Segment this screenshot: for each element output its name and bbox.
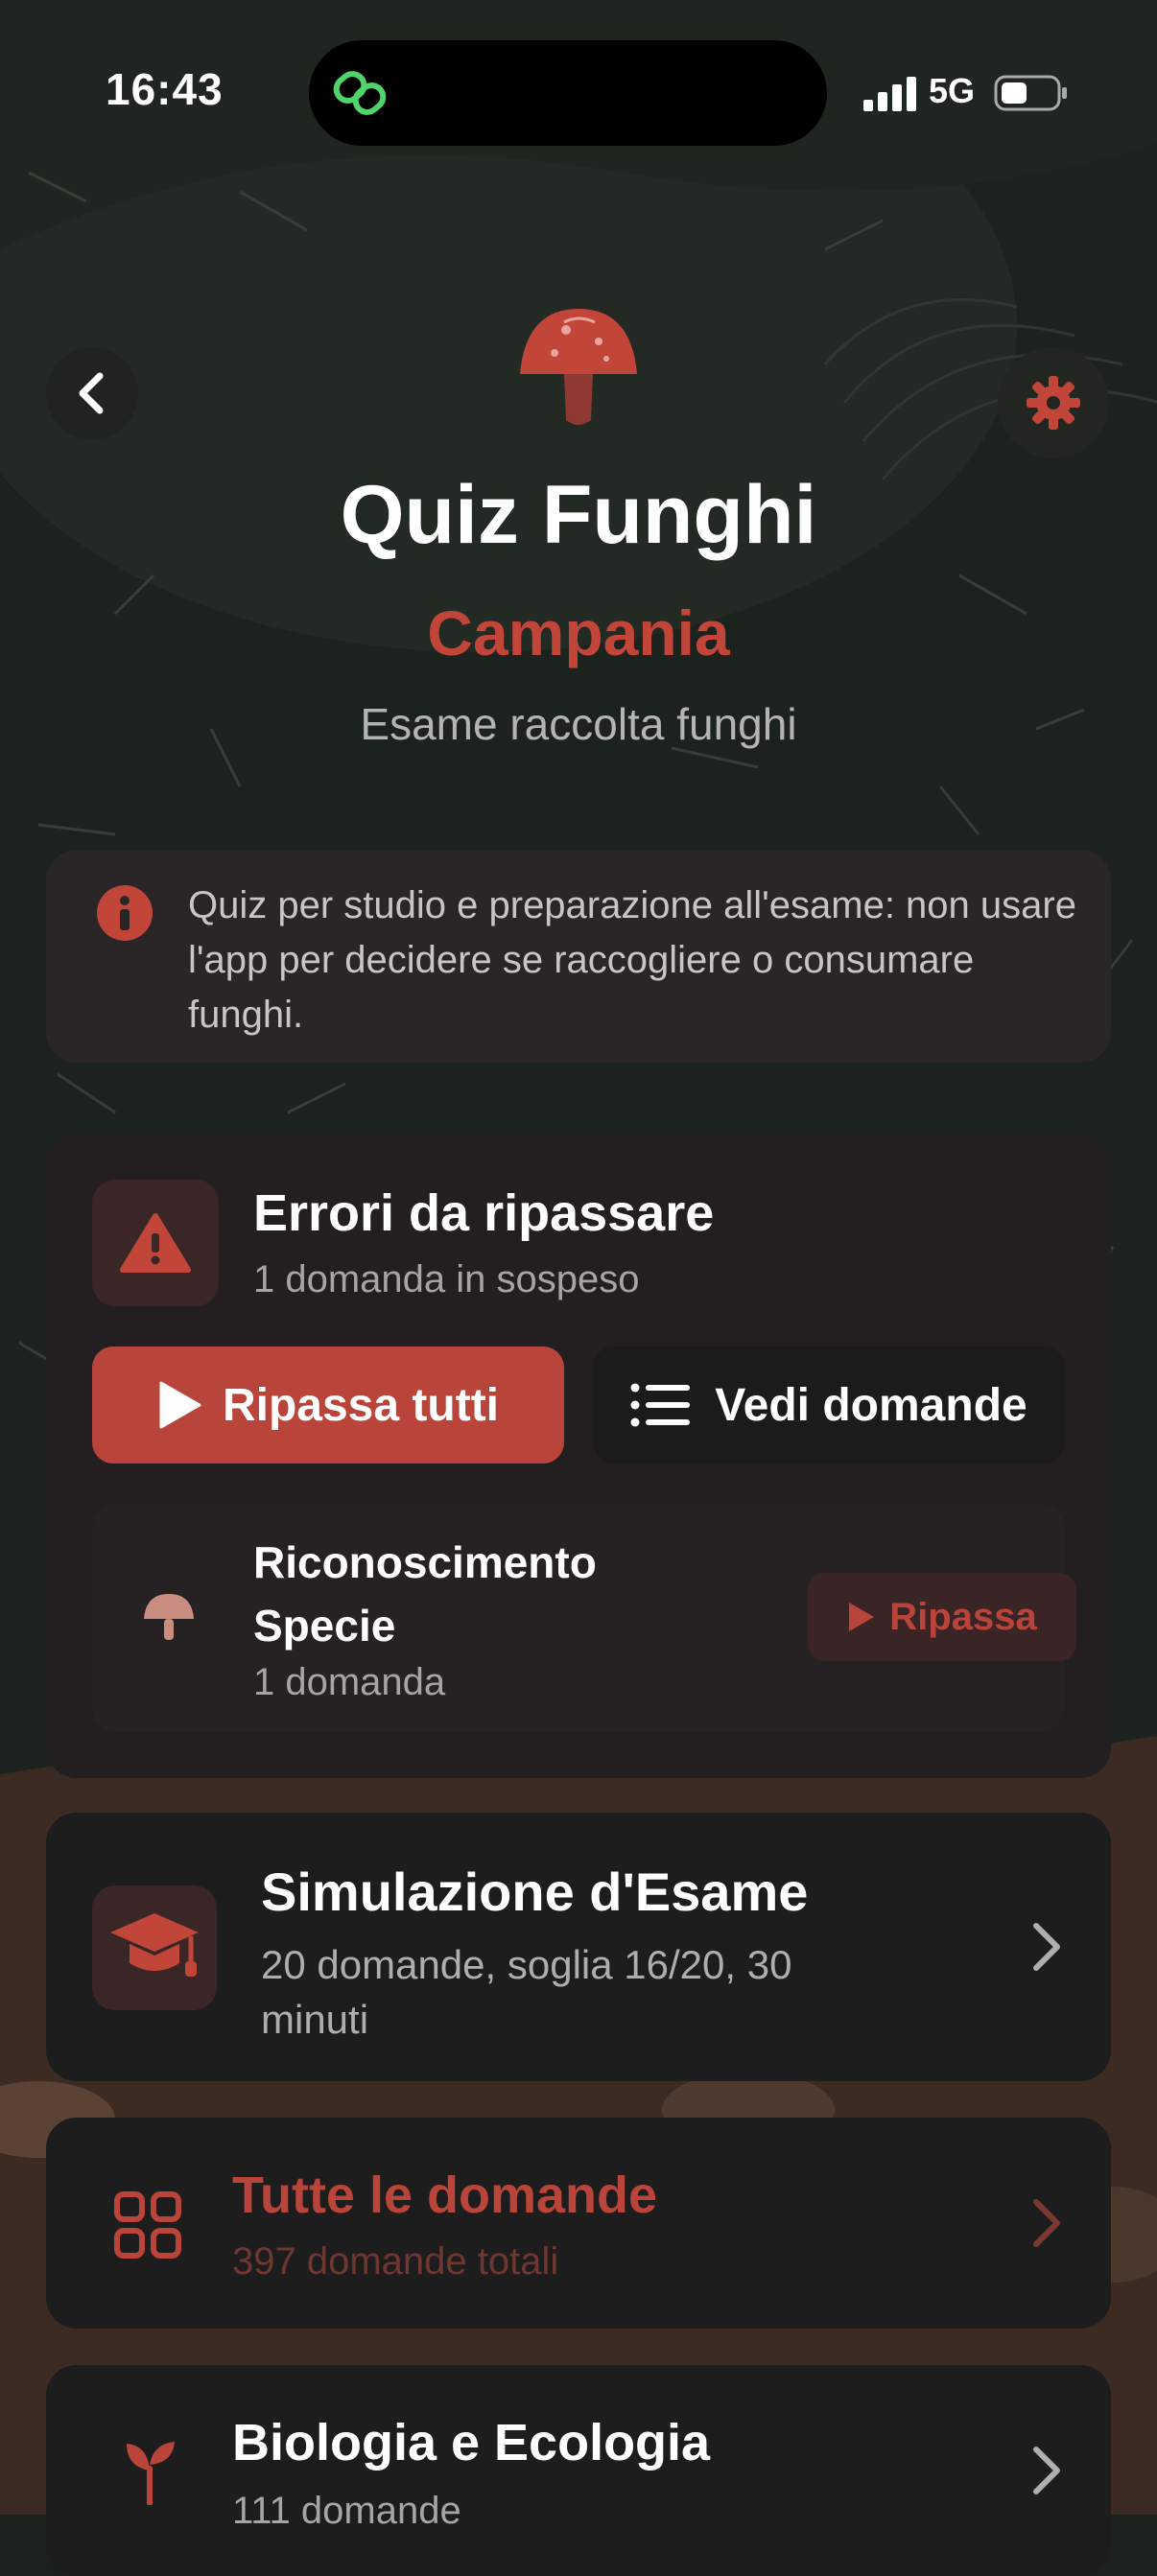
gear-icon [1027, 376, 1080, 430]
exam-simulation-card[interactable]: Simulazione d'Esame 20 domande, soglia 1… [46, 1813, 1111, 2081]
errors-title: Errori da ripassare [253, 1184, 715, 1242]
review-all-label: Ripassa tutti [222, 1379, 500, 1431]
graduation-cap-icon [110, 1913, 199, 1977]
all-questions-card[interactable]: Tutte le domande 397 domande totali [46, 2118, 1111, 2329]
exam-simulation-title: Simulazione d'Esame [261, 1862, 809, 1922]
chevron-right-icon [1033, 2199, 1060, 2247]
category-review-button[interactable]: Ripassa [808, 1573, 1076, 1661]
disclaimer-text: Quiz per studio e preparazione all'esame… [188, 884, 1076, 1036]
mushroom-icon [144, 1594, 194, 1640]
region-title: Campania [427, 597, 730, 668]
all-questions-subtitle: 397 domande totali [232, 2240, 559, 2283]
category-review-label: Ripassa [889, 1595, 1037, 1638]
status-time: 16:43 [106, 64, 224, 114]
biology-subtitle: 111 domande [232, 2490, 461, 2532]
back-icon [79, 372, 104, 414]
review-all-button[interactable]: Ripassa tutti [92, 1347, 564, 1464]
category-count: 1 domanda [253, 1661, 446, 1703]
exam-simulation-subtitle: 20 domande, soglia 16/20, 30 minuti [261, 1942, 792, 2042]
chevron-right-icon [1033, 2447, 1060, 2494]
all-questions-title: Tutte le domande [232, 2166, 658, 2224]
page-subtitle: Esame raccolta funghi [360, 699, 797, 749]
chevron-right-icon [1033, 1923, 1060, 1971]
sprout-icon [127, 2442, 175, 2505]
category-title: Riconoscimento Specie [253, 1537, 597, 1651]
errors-review-card: Errori da ripassare 1 domanda in sospeso… [46, 1134, 1111, 1778]
disclaimer-card: Quiz per studio e preparazione all'esame… [46, 850, 1111, 1063]
page-title: Quiz Funghi [340, 469, 817, 561]
view-questions-label: Vedi domande [715, 1379, 1027, 1431]
network-label: 5G [929, 71, 976, 110]
exam-icon-badge [92, 1885, 217, 2010]
error-category-row: Riconoscimento Specie 1 domanda Ripassa [92, 1504, 1076, 1732]
play-icon [849, 1603, 875, 1631]
grid-icon [114, 2191, 181, 2259]
settings-button[interactable] [998, 347, 1109, 458]
back-button[interactable] [46, 347, 138, 439]
errors-subtitle: 1 domanda in sospeso [253, 1258, 640, 1300]
list-icon [630, 1383, 691, 1427]
warning-icon [120, 1213, 191, 1273]
view-questions-button[interactable]: Vedi domande [593, 1347, 1065, 1464]
app-link-icon [333, 71, 387, 115]
play-icon [159, 1381, 201, 1429]
signal-icon [863, 77, 916, 111]
biology-title: Biologia e Ecologia [232, 2414, 711, 2471]
dynamic-island [309, 40, 827, 146]
mushroom-icon [520, 309, 637, 425]
biology-ecology-card[interactable]: Biologia e Ecologia 111 domande [46, 2365, 1111, 2576]
warning-badge [92, 1180, 219, 1306]
battery-icon [994, 75, 1067, 111]
info-icon [97, 885, 153, 941]
